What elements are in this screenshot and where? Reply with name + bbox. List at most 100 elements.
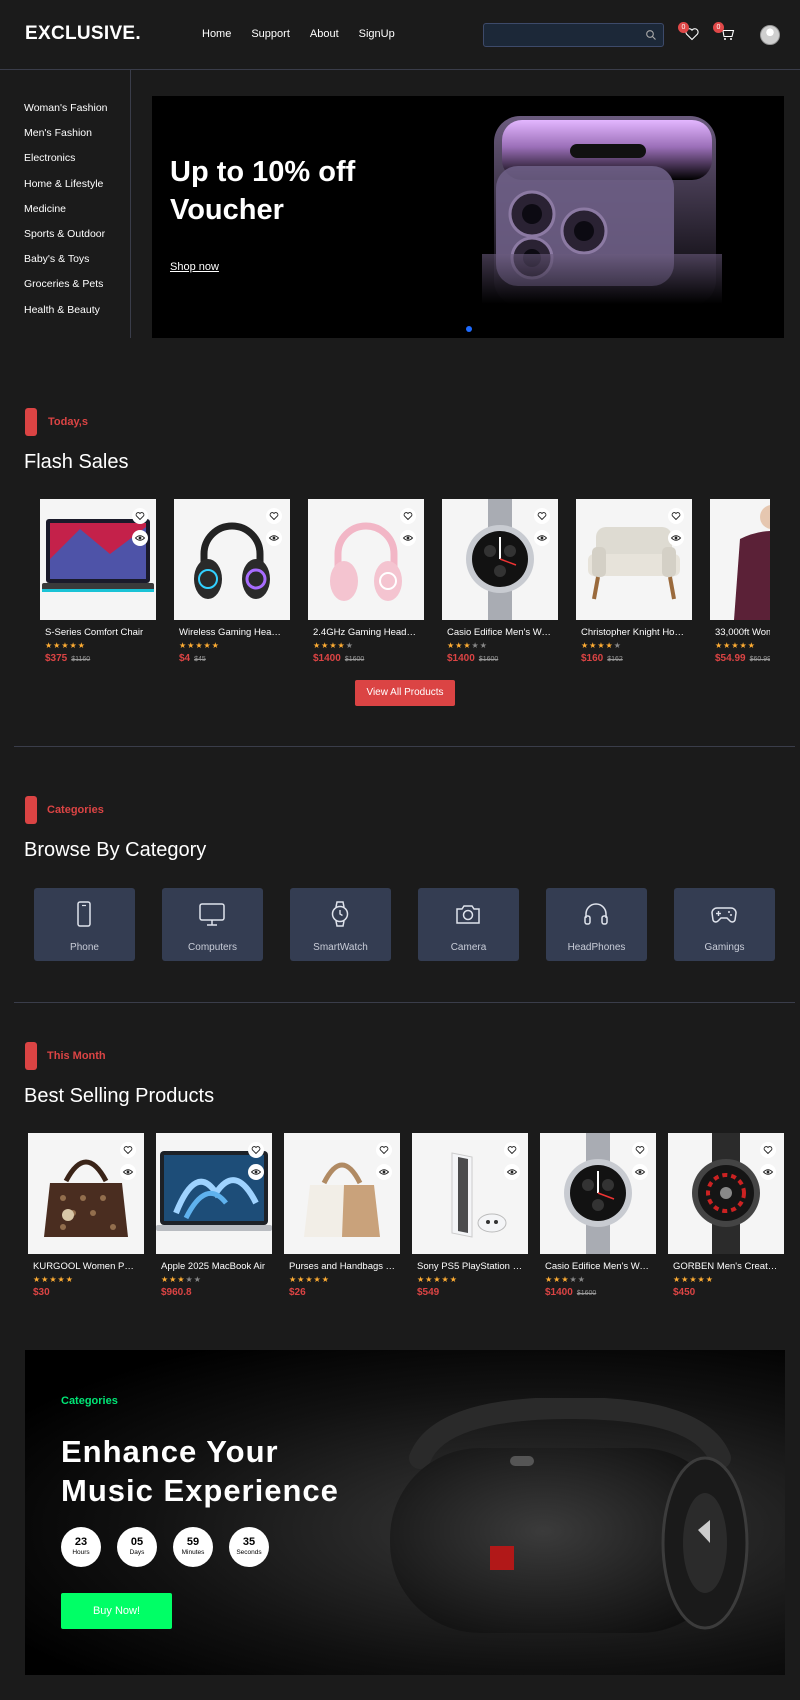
quick-view-eye-icon[interactable] — [376, 1164, 392, 1180]
sidebar-item-womens-fashion[interactable]: Woman's Fashion — [24, 102, 130, 127]
product-image[interactable] — [284, 1133, 400, 1254]
nav-home[interactable]: Home — [202, 28, 231, 40]
product-name[interactable]: Wireless Gaming Headset — [174, 627, 285, 638]
product-image[interactable] — [540, 1133, 656, 1254]
quick-view-eye-icon[interactable] — [760, 1164, 776, 1180]
product-image[interactable] — [442, 499, 558, 620]
phone-icon — [77, 901, 91, 927]
divider — [14, 1002, 795, 1003]
carousel-dot[interactable] — [466, 326, 472, 332]
quick-view-eye-icon[interactable] — [400, 530, 416, 546]
search-input[interactable] — [484, 24, 639, 46]
wishlist-heart-icon[interactable] — [376, 1142, 392, 1158]
wishlist-heart-icon[interactable] — [504, 1142, 520, 1158]
wishlist-heart-icon[interactable] — [132, 508, 148, 524]
wishlist-heart-icon[interactable] — [668, 508, 684, 524]
search-icon[interactable] — [645, 29, 657, 41]
wishlist-heart-icon[interactable] — [400, 508, 416, 524]
product-name[interactable]: Purses and Handbags Tote — [284, 1261, 395, 1272]
timer-unit: Hours — [72, 1549, 90, 1556]
product-image[interactable] — [308, 499, 424, 620]
quick-view-eye-icon[interactable] — [534, 530, 550, 546]
product-card[interactable]: GORBEN Men's Creative Watch ★★★★★ $450 — [668, 1133, 784, 1298]
category-gamings[interactable]: Gamings — [674, 888, 775, 961]
sidebar-item-home-lifestyle[interactable]: Home & Lifestyle — [24, 178, 130, 203]
categories-title: Browse By Category — [24, 839, 207, 861]
quick-view-eye-icon[interactable] — [266, 530, 282, 546]
product-name[interactable]: Sony PS5 PlayStation 5 Slim — [412, 1261, 523, 1272]
product-name[interactable]: S-Series Comfort Chair — [40, 627, 151, 638]
product-name[interactable]: 2.4GHz Gaming Headset — [308, 627, 419, 638]
sidebar-item-electronics[interactable]: Electronics — [24, 152, 130, 177]
quick-view-eye-icon[interactable] — [132, 530, 148, 546]
product-name[interactable]: Casio Edifice Men's Watch — [442, 627, 553, 638]
wishlist-heart-icon[interactable] — [266, 508, 282, 524]
sidebar-item-mens-fashion[interactable]: Men's Fashion — [24, 127, 130, 152]
sidebar-item-health-beauty[interactable]: Health & Beauty — [24, 304, 130, 329]
product-card[interactable]: S-Series Comfort Chair ★★★★★ $375 $1160 — [40, 499, 156, 664]
product-image[interactable] — [668, 1133, 784, 1254]
rating-stars: ★★★★★ — [715, 641, 756, 650]
sidebar-item-sports-outdoor[interactable]: Sports & Outdoor — [24, 228, 130, 253]
product-image[interactable] — [412, 1133, 528, 1254]
wishlist-heart-icon[interactable] — [248, 1142, 264, 1158]
product-card[interactable]: Wireless Gaming Headset ★★★★★ $4 $45 — [174, 499, 290, 664]
wishlist-heart-icon[interactable] — [760, 1142, 776, 1158]
product-card[interactable]: 33,000ft Women's Jacket ★★★★★ $54.99$60.99 — [710, 499, 770, 664]
product-name[interactable]: Casio Edifice Men's Watch — [540, 1261, 651, 1272]
product-card[interactable]: Purses and Handbags Tote ★★★★★ $26 — [284, 1133, 400, 1298]
phone-image — [482, 116, 722, 304]
wishlist-heart-icon[interactable] — [534, 508, 550, 524]
sidebar-item-medicine[interactable]: Medicine — [24, 203, 130, 228]
product-card[interactable]: Christopher Knight Home Chair ★★★★★ $160$1… — [576, 499, 692, 664]
nav-support[interactable]: Support — [251, 28, 290, 40]
rating-stars: ★★★★★ — [161, 1275, 202, 1284]
product-price-row: $549 — [412, 1287, 528, 1298]
sidebar-item-babys-toys[interactable]: Baby's & Toys — [24, 253, 130, 278]
product-image[interactable] — [710, 499, 770, 620]
quick-view-eye-icon[interactable] — [668, 530, 684, 546]
category-phone[interactable]: Phone — [34, 888, 135, 961]
product-name[interactable]: Apple 2025 MacBook Air — [156, 1261, 267, 1272]
product-card[interactable]: Casio Edifice Men's Watch ★★★★★ $1400 $1600 — [442, 499, 558, 664]
product-card[interactable]: KURGOOL Women Purses ★★★★★ $30 — [28, 1133, 144, 1298]
wishlist-heart-icon[interactable] — [632, 1142, 648, 1158]
nav-about[interactable]: About — [310, 28, 339, 40]
quick-view-eye-icon[interactable] — [248, 1164, 264, 1180]
category-computers[interactable]: Computers — [162, 888, 263, 961]
product-name[interactable]: 33,000ft Women's Jacket — [710, 627, 770, 638]
quick-view-eye-icon[interactable] — [504, 1164, 520, 1180]
category-label: Camera — [450, 942, 487, 953]
product-image[interactable] — [174, 499, 290, 620]
logo[interactable]: EXCLUSIVE. — [25, 23, 141, 45]
product-card[interactable]: Sony PS5 PlayStation 5 Slim ★★★★★ $549 — [412, 1133, 528, 1298]
shop-now-link[interactable]: Shop now — [170, 261, 219, 273]
nav-signup[interactable]: SignUp — [359, 28, 395, 40]
flash-title: Flash Sales — [24, 451, 129, 473]
product-name[interactable]: GORBEN Men's Creative Watch — [668, 1261, 779, 1272]
avatar[interactable] — [760, 25, 780, 45]
category-camera[interactable]: Camera — [418, 888, 519, 961]
product-image[interactable] — [156, 1133, 272, 1254]
view-all-products-button[interactable]: View All Products — [355, 680, 455, 706]
header: EXCLUSIVE. Home Support About SignUp 0 0 — [0, 0, 800, 70]
quick-view-eye-icon[interactable] — [632, 1164, 648, 1180]
category-smartwatch[interactable]: SmartWatch — [290, 888, 391, 961]
product-price-row: $375 $1160 — [40, 653, 156, 664]
product-image[interactable] — [40, 499, 156, 620]
wishlist-heart-icon[interactable] — [120, 1142, 136, 1158]
flash-label: Today,s — [48, 416, 88, 428]
category-headphones[interactable]: HeadPhones — [546, 888, 647, 961]
product-card[interactable]: Casio Edifice Men's Watch ★★★★★ $1400 $1600 — [540, 1133, 656, 1298]
product-card[interactable]: Apple 2025 MacBook Air ★★★★★ $960.8 — [156, 1133, 272, 1298]
divider — [14, 746, 795, 747]
quick-view-eye-icon[interactable] — [120, 1164, 136, 1180]
product-name[interactable]: Christopher Knight Home Chair — [576, 627, 687, 638]
rating-stars: ★★★★★ — [179, 641, 220, 650]
product-card[interactable]: 2.4GHz Gaming Headset ★★★★★ $1400 $1600 — [308, 499, 424, 664]
sidebar-item-groceries-pets[interactable]: Groceries & Pets — [24, 278, 130, 303]
product-name[interactable]: KURGOOL Women Purses — [28, 1261, 139, 1272]
product-image[interactable] — [576, 499, 692, 620]
product-image[interactable] — [28, 1133, 144, 1254]
buy-now-button[interactable]: Buy Now! — [61, 1593, 172, 1629]
